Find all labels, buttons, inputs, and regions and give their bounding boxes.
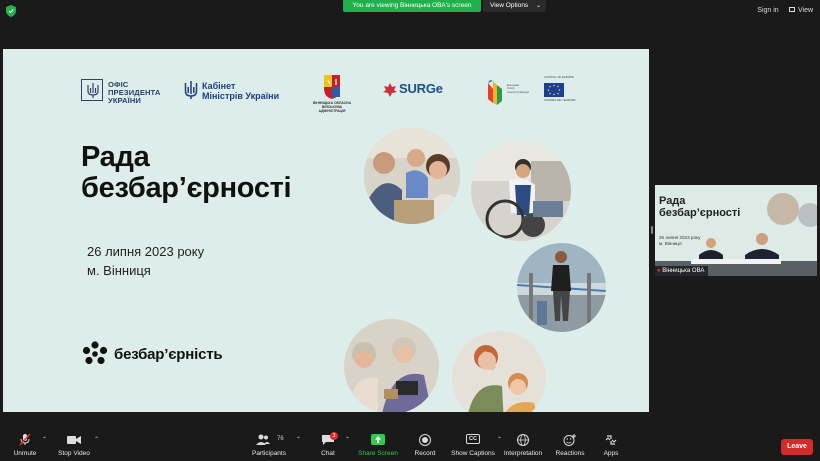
slide-title-line-1: Рада	[81, 141, 150, 173]
vinnytsia-administration-logo: ВІННИЦЬКА ОБЛАСНА ВІЙСЬКОВА АДМІНІСТРАЦІ…	[310, 74, 354, 113]
chat-unread-badge: 3	[330, 432, 338, 440]
show-captions-button[interactable]: CC Show Captions	[450, 428, 496, 461]
captions-options-caret[interactable]: ⌃	[494, 428, 502, 461]
leave-button[interactable]: Leave	[781, 439, 813, 455]
surge-maple-icon	[383, 83, 397, 97]
video-options-caret[interactable]: ⌃	[91, 428, 100, 461]
reactions-button[interactable]: Reactions	[552, 428, 588, 461]
layout-icon	[789, 6, 795, 12]
coe-bottom-text: CONSEIL DE L'EUROPE	[544, 98, 576, 102]
view-label: View	[798, 7, 814, 14]
share-screen-label: Share Screen	[358, 450, 398, 457]
participants-icon	[256, 434, 270, 445]
slide-title: Рада безбар’єрності	[81, 141, 292, 204]
record-icon	[419, 434, 431, 446]
chat-options-caret[interactable]: ⌃	[342, 428, 351, 461]
apps-icon	[605, 435, 617, 445]
slide-title-line-2: безбар’єрності	[81, 172, 292, 204]
kabinet-line-2: Міністрів України	[202, 91, 280, 101]
bezbarernist-brand: безбар’єрність	[82, 341, 242, 369]
president-office-text: ОФІС ПРЕЗИДЕНТА УКРАЇНИ	[108, 81, 160, 104]
mic-muted-icon: ●	[657, 268, 661, 274]
zoom-meeting-window: You are viewing Вінницька ОВА's screen V…	[0, 0, 820, 461]
brand-dots-icon	[82, 341, 108, 365]
view-options-label: View Options	[490, 2, 529, 9]
view-layout-button[interactable]: View	[786, 4, 816, 18]
chat-label: Chat	[321, 450, 335, 457]
microphone-muted-icon	[19, 434, 31, 446]
vinnytsia-coat-of-arms-icon	[324, 75, 340, 99]
show-captions-label: Show Captions	[451, 450, 495, 457]
ofis-line-3: УКРАЇНИ	[108, 95, 141, 105]
slide-date: 26 липня 2023 року	[87, 244, 205, 259]
coe-top-text: COUNCIL OF EUROPE	[544, 75, 574, 79]
view-options-button[interactable]: View Options ⌄	[483, 0, 546, 12]
slide-date-block: 26 липня 2023 року м. Вінниця	[87, 242, 204, 280]
council-of-europe-flag-icon	[544, 83, 564, 97]
eu-council-of-europe-logo: European Union Council of Europe COUNCIL…	[485, 75, 577, 108]
trident-icon	[184, 81, 198, 99]
surge-logo: SURGe	[382, 79, 460, 101]
participant-video-thumbnail[interactable]: Рада безбар’єрності 26 липня 2023 року м…	[655, 185, 817, 276]
vinnytsia-admin-text: ВІННИЦЬКА ОБЛАСНА ВІЙСЬКОВА АДМІНІСТРАЦІ…	[310, 101, 354, 113]
share-screen-button[interactable]: Share Screen	[356, 428, 400, 461]
sign-in-button[interactable]: Sign in	[752, 4, 784, 18]
participants-label: Participants	[252, 450, 286, 457]
closed-captions-icon: CC	[466, 434, 480, 444]
hands-icon	[488, 80, 502, 105]
photo-family-circle	[364, 128, 460, 224]
stop-video-label: Stop Video	[58, 450, 90, 457]
apps-label: Apps	[603, 450, 619, 457]
globe-icon	[517, 434, 529, 446]
interpretation-button[interactable]: Interpretation	[502, 428, 544, 461]
coe-small-3: Council of Europe	[507, 89, 530, 94]
trident-emblem-icon	[81, 79, 103, 101]
reactions-label: Reactions	[555, 450, 585, 457]
record-label: Record	[414, 450, 436, 457]
thumb-scene-graphic	[655, 193, 817, 276]
encryption-shield-icon[interactable]	[6, 5, 16, 17]
participants-button[interactable]: 76 Participants	[251, 428, 287, 461]
participant-name-label: ● Вінницька ОВА	[655, 266, 709, 276]
slide-city: м. Вінниця	[87, 263, 151, 278]
caret-up-icon: ⌃	[42, 437, 48, 443]
photo-wheelchair-circle	[471, 141, 571, 241]
photo-mother-child-circle	[452, 331, 546, 412]
cabinet-text: Кабінет Міністрів України	[202, 81, 279, 101]
chat-button[interactable]: 3 Chat	[314, 428, 342, 461]
apps-button[interactable]: Apps	[597, 428, 625, 461]
shared-screen-slide: ОФІС ПРЕЗИДЕНТА УКРАЇНИ Кабінет Міністрі…	[3, 49, 649, 412]
kabinet-line-1: Кабінет	[202, 81, 236, 91]
eu-text: European Union Council of Europe	[507, 83, 530, 94]
share-screen-icon	[371, 434, 385, 445]
vinn-line-2: ВІЙСЬКОВА АДМІНІСТРАЦІЯ	[318, 105, 346, 113]
cabinet-of-ministers-logo: Кабінет Міністрів України	[184, 80, 294, 102]
participants-count: 76	[277, 436, 284, 442]
interpretation-label: Interpretation	[503, 450, 543, 457]
caret-up-icon: ⌃	[296, 437, 302, 443]
caret-up-icon: ⌃	[94, 437, 100, 443]
photo-rehab-circle	[517, 243, 606, 332]
photo-elderly-circle	[344, 319, 439, 412]
president-office-logo: ОФІС ПРЕЗИДЕНТА УКРАЇНИ	[81, 79, 161, 105]
brand-text: безбар’єрність	[114, 346, 223, 363]
unmute-label: Unmute	[13, 450, 37, 457]
thumbnail-resize-handle[interactable]	[651, 226, 653, 234]
record-button[interactable]: Record	[408, 428, 442, 461]
participants-options-caret[interactable]: ⌃	[293, 428, 302, 461]
surge-text: SURGe	[399, 81, 443, 96]
stop-video-button[interactable]: Stop Video	[56, 428, 92, 461]
video-camera-icon	[67, 436, 81, 444]
chevron-down-icon: ⌄	[535, 3, 541, 9]
meeting-toolbar: Unmute ⌃ Stop Video ⌃ 76 Participants ⌃ …	[0, 428, 820, 461]
caret-up-icon: ⌃	[345, 437, 351, 443]
participant-name: Вінницька ОВА	[662, 268, 705, 274]
smiley-plus-icon	[563, 434, 576, 446]
unmute-button[interactable]: Unmute	[8, 428, 42, 461]
viewing-screen-banner: You are viewing Вінницька ОВА's screen	[343, 0, 481, 12]
audio-options-caret[interactable]: ⌃	[39, 428, 48, 461]
